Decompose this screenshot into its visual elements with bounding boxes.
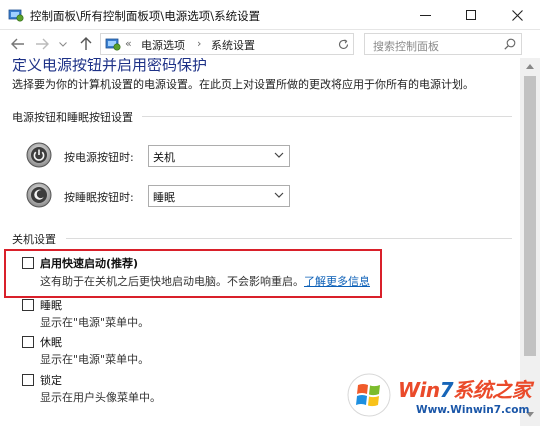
forward-button[interactable] [32,34,52,54]
control-panel-icon [8,9,24,22]
arrow-up-icon [80,37,92,50]
chevron-down-icon [59,41,67,47]
chevron-down-icon [274,192,284,198]
lock-menu-label[interactable]: 锁定 [40,372,62,388]
power-buttons-group-title: 电源按钮和睡眠按钮设置 [12,111,133,124]
control-panel-icon [105,38,121,51]
breadcrumb-system-settings[interactable]: 系统设置 [211,37,255,53]
group-divider [66,238,512,239]
search-placeholder: 搜索控制面板 [373,40,439,53]
scroll-thumb[interactable] [524,76,536,356]
sleep-menu-checkbox[interactable] [22,299,34,311]
breadcrumb-overflow[interactable]: « [125,37,132,50]
power-button-icon [26,142,52,168]
power-button-action-select[interactable]: 关机 [148,145,290,167]
watermark-brand: Win7系统之家 [398,378,532,402]
hibernate-menu-description: 显示在"电源"菜单中。 [40,353,150,366]
hibernate-menu-checkbox[interactable] [22,336,34,348]
highlight-box [4,249,382,298]
watermark: Win7系统之家 Www.Winwin7.com [346,368,536,424]
sleep-menu-description: 显示在"电源"菜单中。 [40,316,150,329]
breadcrumb-power-options[interactable]: 电源选项 [141,37,185,53]
page-description: 选择要为你的计算机设置的电源设置。在此页上对设置所做的更改将应用于你所有的电源计… [12,78,474,91]
arrow-left-icon [11,38,24,50]
triangle-up-icon [526,63,534,69]
watermark-url: Www.Winwin7.com [416,404,530,416]
sleep-button-label: 按睡眠按钮时: [64,191,134,204]
arrow-right-icon [36,38,49,50]
window-title: 控制面板\所有控制面板项\电源选项\系统设置 [30,9,261,23]
refresh-button[interactable] [334,33,354,55]
minimize-button[interactable] [402,0,448,30]
navigation-bar: « 电源选项 › 系统设置 搜索控制面板 [0,30,540,58]
search-box[interactable]: 搜索控制面板 [364,33,522,55]
address-bar[interactable]: « 电源选项 › 系统设置 [100,33,426,55]
lock-menu-checkbox[interactable] [22,374,34,386]
page-title: 定义电源按钮并启用密码保护 [12,58,208,74]
sleep-button-action-select[interactable]: 睡眠 [148,185,290,207]
sleep-button-icon [26,182,52,208]
refresh-icon [338,38,349,49]
breadcrumb-separator[interactable]: › [197,37,201,50]
up-button[interactable] [76,34,96,54]
chevron-down-icon [274,152,284,158]
hibernate-menu-label[interactable]: 休眠 [40,334,62,350]
power-button-label: 按电源按钮时: [64,151,134,164]
scroll-up-button[interactable] [520,58,540,74]
title-bar: 控制面板\所有控制面板项\电源选项\系统设置 [0,0,540,30]
power-button-action-value: 关机 [153,151,175,164]
back-button[interactable] [8,34,28,54]
maximize-button[interactable] [448,0,494,30]
sleep-button-action-value: 睡眠 [153,191,175,204]
close-icon [511,9,523,21]
recent-locations-button[interactable] [56,34,70,54]
shutdown-group-title: 关机设置 [12,233,56,246]
windows-logo-icon [347,373,391,417]
group-divider [142,116,512,117]
sleep-menu-label[interactable]: 睡眠 [40,297,62,313]
lock-menu-description: 显示在用户头像菜单中。 [40,391,161,404]
close-button[interactable] [494,0,540,30]
search-icon [504,38,516,50]
